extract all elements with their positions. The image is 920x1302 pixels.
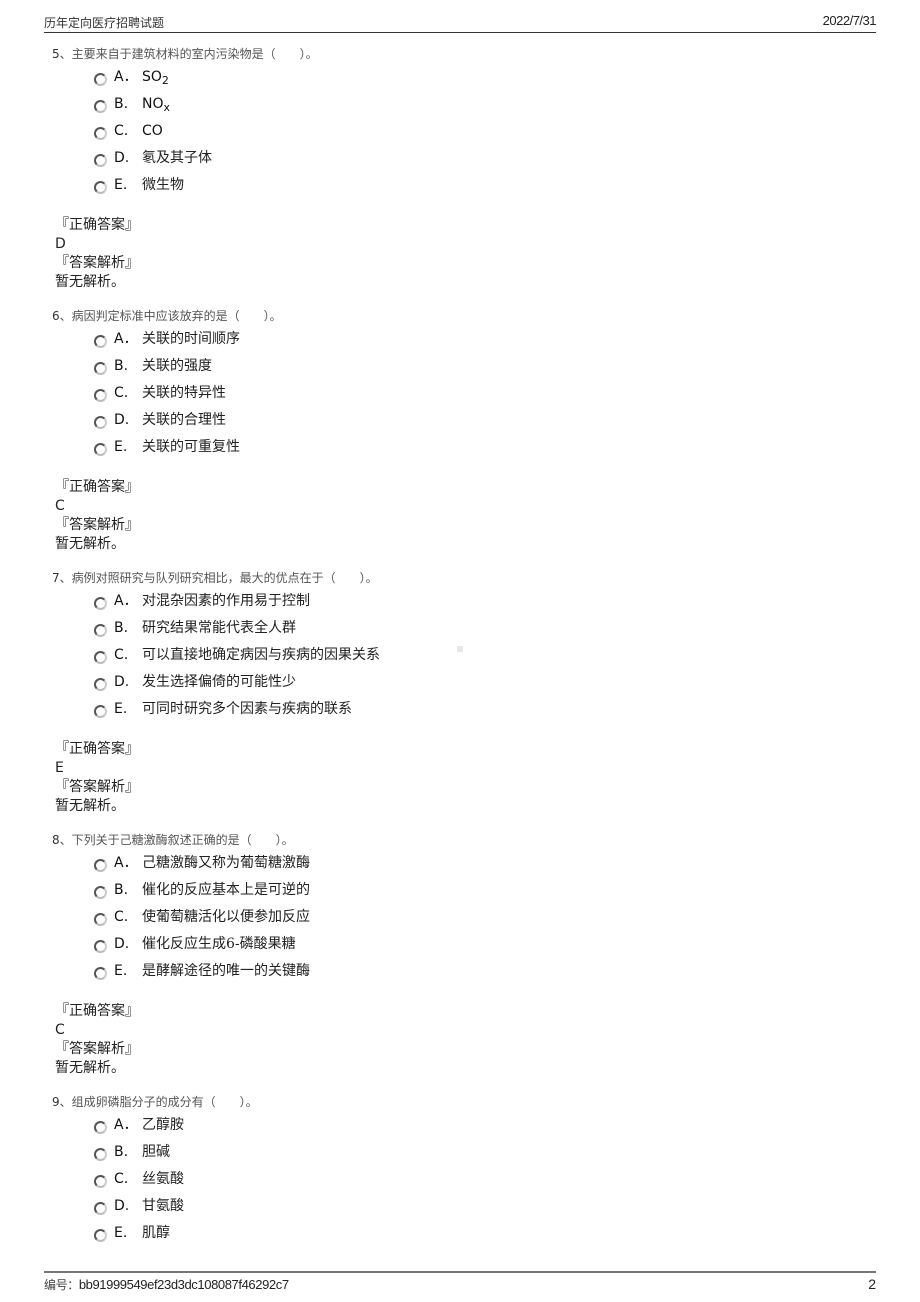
option-b[interactable]: B. 催化的反应基本上是可逆的 [94, 877, 872, 904]
correct-answer: E [55, 760, 64, 776]
radio-button[interactable] [94, 100, 107, 113]
radio-button[interactable] [94, 859, 107, 872]
radio-button[interactable] [94, 1202, 107, 1215]
option-a[interactable]: A． 对混杂因素的作用易于控制 [94, 588, 872, 615]
question-9: 9、组成卵磷脂分子的成分有（ ）。 A． 乙醇胺 B. 胆碱 C. 丝氨酸 D. 甘氨酸… [52, 1092, 872, 1247]
radio-button[interactable] [94, 967, 107, 980]
explanation-text: 暂无解析。 [55, 536, 125, 552]
option-d[interactable]: D. 氡及其子体 [94, 145, 872, 172]
explanation-label: 『答案解析』 [55, 779, 139, 795]
page-header: 历年定向医疗招聘试题 2022/7/31 [44, 10, 877, 33]
radio-button[interactable] [94, 73, 107, 86]
radio-button[interactable] [94, 443, 107, 456]
question-5: 5、主要来自于建筑材料的室内污染物是（ ）。 A． SO2 B. NOx C. CO … [52, 44, 872, 199]
radio-button[interactable] [94, 1229, 107, 1242]
question-6: 6、病因判定标准中应该放弃的是（ ）。 A． 关联的时间顺序 B. 关联的强度 C.… [52, 306, 872, 461]
option-c[interactable]: C. 丝氨酸 [94, 1166, 872, 1193]
document-date: 2022/7/31 [822, 13, 877, 28]
answer-block-8: 『正确答案』 C 『答案解析』 暂无解析。 [55, 1002, 139, 1078]
page-number: 2 [868, 1276, 876, 1292]
correct-answer-label: 『正确答案』 [55, 479, 139, 495]
option-c[interactable]: C. 关联的特异性 [94, 380, 872, 407]
answer-block-7: 『正确答案』 E 『答案解析』 暂无解析。 [55, 740, 139, 816]
radio-button[interactable] [94, 940, 107, 953]
radio-button[interactable] [94, 416, 107, 429]
explanation-label: 『答案解析』 [55, 1041, 139, 1057]
option-a[interactable]: A． 关联的时间顺序 [94, 326, 872, 353]
correct-answer-label: 『正确答案』 [55, 1003, 139, 1019]
radio-button[interactable] [94, 1175, 107, 1188]
radio-button[interactable] [94, 335, 107, 348]
answer-block-6: 『正确答案』 C 『答案解析』 暂无解析。 [55, 478, 139, 554]
correct-answer: C [55, 498, 65, 514]
option-d[interactable]: D. 发生选择偏倚的可能性少 [94, 669, 872, 696]
question-title: 7、病例对照研究与队列研究相比，最大的优点在于（ ）。 [52, 571, 378, 585]
option-b[interactable]: B. 关联的强度 [94, 353, 872, 380]
explanation-text: 暂无解析。 [55, 1060, 125, 1076]
question-title: 8、下列关于己糖激酶叙述正确的是（ ）。 [52, 833, 294, 847]
question-title: 6、病因判定标准中应该放弃的是（ ）。 [52, 309, 282, 323]
radio-button[interactable] [94, 154, 107, 167]
radio-button[interactable] [94, 181, 107, 194]
explanation-label: 『答案解析』 [55, 255, 139, 271]
radio-button[interactable] [94, 886, 107, 899]
radio-button[interactable] [94, 127, 107, 140]
option-a[interactable]: A． 乙醇胺 [94, 1112, 872, 1139]
option-e[interactable]: E. 关联的可重复性 [94, 434, 872, 461]
option-e[interactable]: E. 可同时研究多个因素与疾病的联系 [94, 696, 872, 723]
radio-button[interactable] [94, 597, 107, 610]
option-b[interactable]: B. 研究结果常能代表全人群 [94, 615, 872, 642]
stray-mark [457, 646, 463, 652]
radio-button[interactable] [94, 1148, 107, 1161]
option-d[interactable]: D. 甘氨酸 [94, 1193, 872, 1220]
explanation-label: 『答案解析』 [55, 517, 139, 533]
document-code: 编号：bb91999549ef23d3dc108087f46292c7 [44, 1277, 289, 1292]
radio-button[interactable] [94, 913, 107, 926]
option-e[interactable]: E. 肌醇 [94, 1220, 872, 1247]
question-8: 8、下列关于己糖激酶叙述正确的是（ ）。 A． 己糖激酶又称为葡萄糖激酶 B. 催化… [52, 830, 872, 985]
option-e[interactable]: E. 微生物 [94, 172, 872, 199]
option-c[interactable]: C. 可以直接地确定病因与疾病的因果关系 [94, 642, 872, 669]
explanation-text: 暂无解析。 [55, 274, 125, 290]
question-title: 5、主要来自于建筑材料的室内污染物是（ ）。 [52, 47, 318, 61]
option-b[interactable]: B. NOx [94, 91, 872, 118]
correct-answer-label: 『正确答案』 [55, 217, 139, 233]
option-d[interactable]: D. 关联的合理性 [94, 407, 872, 434]
correct-answer: C [55, 1022, 65, 1038]
correct-answer-label: 『正确答案』 [55, 741, 139, 757]
radio-button[interactable] [94, 1121, 107, 1134]
document-title: 历年定向医疗招聘试题 [44, 16, 165, 30]
radio-button[interactable] [94, 678, 107, 691]
option-e[interactable]: E. 是酵解途径的唯一的关键酶 [94, 958, 872, 985]
correct-answer: D [55, 236, 66, 252]
radio-button[interactable] [94, 651, 107, 664]
radio-button[interactable] [94, 389, 107, 402]
page-footer: 编号：bb91999549ef23d3dc108087f46292c7 2 [44, 1271, 876, 1297]
option-d[interactable]: D. 催化反应生成6-磷酸果糖 [94, 931, 872, 958]
radio-button[interactable] [94, 624, 107, 637]
explanation-text: 暂无解析。 [55, 798, 125, 814]
option-c[interactable]: C. 使葡萄糖活化以便参加反应 [94, 904, 872, 931]
radio-button[interactable] [94, 705, 107, 718]
option-a[interactable]: A． SO2 [94, 64, 872, 91]
radio-button[interactable] [94, 362, 107, 375]
option-c[interactable]: C. CO [94, 118, 872, 145]
option-b[interactable]: B. 胆碱 [94, 1139, 872, 1166]
answer-block-5: 『正确答案』 D 『答案解析』 暂无解析。 [55, 216, 139, 292]
option-a[interactable]: A． 己糖激酶又称为葡萄糖激酶 [94, 850, 872, 877]
question-title: 9、组成卵磷脂分子的成分有（ ）。 [52, 1095, 258, 1109]
